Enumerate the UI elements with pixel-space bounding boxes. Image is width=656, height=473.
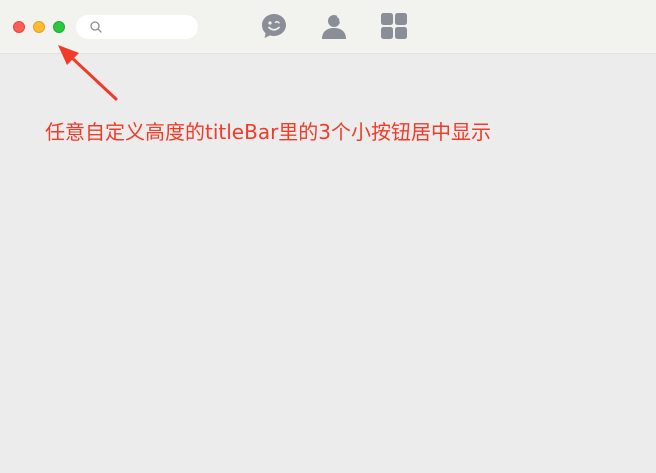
app-window: 任意自定义高度的titleBar里的3个小按钮居中显示	[0, 0, 656, 473]
chat-icon[interactable]	[260, 12, 288, 40]
annotation-text: 任意自定义高度的titleBar里的3个小按钮居中显示	[45, 120, 492, 144]
apps-grid-icon[interactable]	[380, 12, 408, 40]
title-bar[interactable]	[0, 0, 656, 54]
maximize-window-button[interactable]	[53, 21, 65, 33]
search-icon	[90, 21, 102, 33]
close-window-button[interactable]	[13, 21, 25, 33]
annotation-arrow	[58, 45, 118, 101]
minimize-window-button[interactable]	[33, 21, 45, 33]
contacts-icon[interactable]	[320, 12, 348, 40]
search-box[interactable]	[76, 15, 198, 39]
search-input[interactable]	[106, 18, 190, 36]
